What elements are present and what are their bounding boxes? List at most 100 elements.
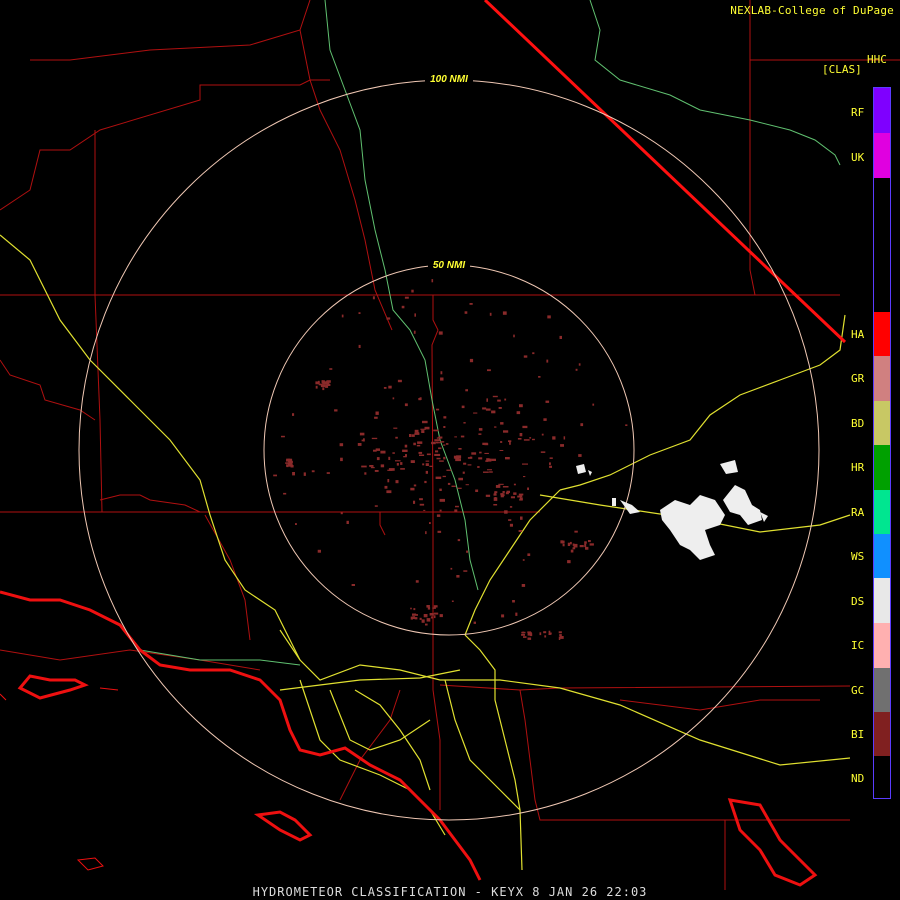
clutter-pixel [396, 463, 399, 466]
clutter-pixel [429, 613, 434, 616]
clutter-pixel [475, 489, 479, 492]
clutter-pixel [440, 377, 444, 381]
clutter-pixel [562, 543, 565, 547]
clutter-pixel [465, 484, 469, 486]
clutter-pixel [397, 379, 402, 383]
clutter-pixel [411, 289, 414, 293]
legend-swatch-bi [874, 712, 890, 756]
clutter-pixel [411, 434, 415, 437]
clutter-pixel [400, 468, 405, 470]
clutter-pixel [457, 487, 462, 489]
clutter-pixel [392, 452, 395, 454]
clutter-pixel [414, 429, 419, 433]
clutter-pixel [508, 440, 512, 442]
clutter-pixel [375, 411, 379, 415]
clutter-pixel [469, 303, 473, 305]
legend-swatch-ic [874, 623, 890, 668]
clutter-pixel [519, 495, 523, 498]
clutter-pixel [501, 614, 505, 618]
clutter-pixel [340, 512, 343, 515]
clutter-pixel [384, 485, 388, 489]
clutter-pixel [485, 408, 491, 411]
clutter-pixel [491, 458, 496, 461]
clutter-pixel [510, 496, 515, 499]
clutter-pixel [508, 519, 512, 521]
clutter-pixel [421, 619, 425, 623]
clutter-pixel [523, 476, 526, 478]
clutter-pixel [281, 435, 285, 438]
legend-label-ds: DS [851, 595, 865, 608]
clutter-pixel [413, 484, 417, 487]
clutter-pixel [549, 465, 552, 468]
clutter-pixel [435, 441, 439, 444]
clutter-pixel [395, 460, 401, 462]
clutter-pixel [401, 305, 405, 309]
clutter-pixel [538, 376, 541, 378]
clutter-pixel [288, 463, 291, 466]
clutter-pixel [482, 442, 488, 445]
clutter-pixel [579, 545, 584, 547]
clutter-pixel [493, 497, 498, 501]
clutter-pixel [454, 509, 458, 512]
small-islands [0, 687, 119, 871]
clutter-pixel [433, 615, 436, 619]
clutter-pixel [478, 433, 482, 435]
clutter-pixel [558, 636, 561, 640]
clutter-pixel [560, 444, 564, 447]
legend-swatch-hr [874, 445, 890, 490]
clutter-pixel [422, 420, 428, 424]
clutter-pixel [485, 494, 491, 497]
legend-swatch-ws [874, 534, 890, 578]
clutter-pixel [318, 383, 321, 386]
clutter-pixel [463, 570, 468, 572]
clutter-pixel [395, 436, 398, 439]
clutter-pixel [443, 444, 446, 446]
legend-label-ic: IC [851, 639, 865, 652]
clutter-pixel [439, 460, 444, 462]
clutter-pixel [570, 549, 574, 553]
clutter-pixel [415, 580, 419, 583]
clutter-pixel [527, 631, 532, 633]
clutter-pixel [431, 441, 436, 445]
clutter-pixel [589, 543, 594, 546]
clutter-pixel [499, 450, 504, 451]
clutter-pixel [479, 451, 482, 454]
clutter-pixel [522, 463, 528, 465]
clutter-pixel [521, 584, 526, 587]
clutter-pixel [443, 416, 447, 419]
clutter-pixel [559, 634, 562, 636]
clutter-pixel [292, 472, 295, 476]
clutter-pixel [463, 422, 466, 424]
legend-swatch-uk [874, 133, 890, 178]
clutter-pixel [548, 633, 551, 635]
clutter-pixel [567, 542, 571, 546]
clutter-pixel [420, 428, 426, 430]
clutter-pixel [339, 443, 344, 447]
clutter-pixel [515, 612, 518, 616]
clutter-pixel [357, 443, 362, 446]
clutter-pixel [486, 398, 488, 402]
legend-label-gr: GR [851, 372, 865, 385]
clutter-pixel [447, 482, 451, 485]
clutter-pixel [455, 505, 459, 508]
clutter-pixel [460, 435, 465, 438]
clutter-pixel [504, 510, 508, 514]
clutter-pixel [388, 456, 391, 460]
clutter-pixel [329, 368, 333, 370]
clutter-pixel [402, 449, 408, 452]
clutter-pixel [392, 397, 395, 400]
coastline [0, 590, 818, 887]
clutter-pixel [403, 456, 407, 458]
clutter-pixel [500, 422, 504, 425]
clutter-pixel [374, 416, 378, 419]
clutter-pixel [419, 503, 425, 506]
clutter-pixel [451, 600, 454, 602]
clutter-pixel [425, 623, 428, 626]
clutter-pixel [320, 384, 326, 388]
clutter-pixel [518, 530, 523, 532]
clutter-pixel [429, 522, 431, 524]
clutter-pixel [463, 462, 467, 465]
clutter-pixel [483, 471, 489, 473]
clutter-pixel [433, 605, 438, 608]
clutter-pixel [519, 433, 523, 437]
